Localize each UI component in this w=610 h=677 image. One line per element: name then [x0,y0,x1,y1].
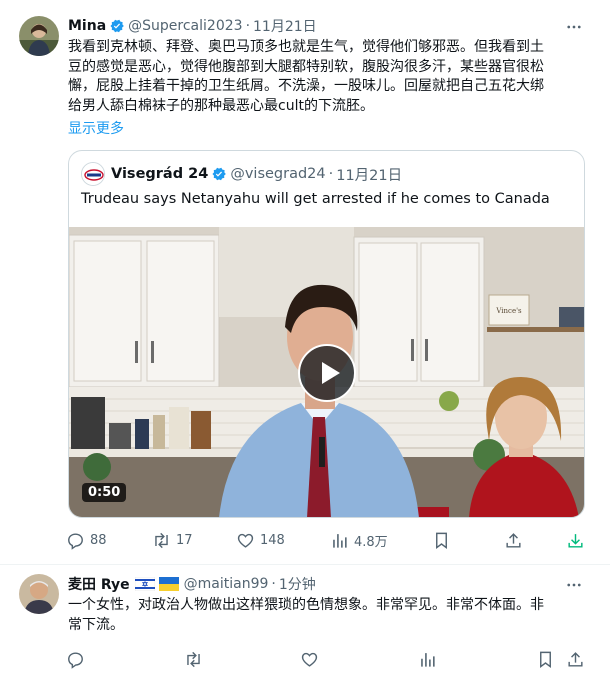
share-icon [568,651,583,667]
retweet-button[interactable]: 17 [152,531,193,550]
share-button[interactable] [566,650,590,669]
israel-flag-icon [134,577,155,591]
quoted-author-avatar [81,162,105,186]
author-handle[interactable]: @maitian99 [184,576,269,592]
more-icon[interactable] [565,18,583,36]
video-duration: 0:50 [82,483,127,502]
tweet-text-line: 给男人舔白棉袜子的那种最恶心最cult的下流胚。 [68,97,374,114]
reply-button[interactable]: 88 [66,531,107,550]
retweet-icon [155,532,168,548]
retweet-count: 17 [176,532,193,548]
quoted-tweet-time: 11月21日 [336,167,403,184]
tweet-text-line: 懈，屁股上挂着干掉的卫生纸屑。不洗澡，一股味儿。回屋就把自己五花大绑 [68,78,544,94]
reply-icon [68,532,83,550]
download-button[interactable] [566,531,590,550]
tweet-time[interactable]: 11月21日 [253,16,317,36]
tweet-header: Mina @Supercali2023 · 11月21日 [68,16,317,36]
like-count: 148 [260,532,285,548]
verified-badge-icon [212,167,227,181]
retweet-icon [187,651,200,667]
tweet-2[interactable]: 麦田 Rye @maitian99 · 1分钟 一个女性，对政治人物做出这样猥琐… [0,565,610,677]
bookmark-button[interactable] [536,650,560,669]
views-button[interactable]: 4.8万 [330,531,388,550]
share-button[interactable] [504,531,528,550]
tweet-text: 我看到克林顿、拜登、奥巴马顶多也就是生气，觉得他们够邪恶。但我看到土 豆的感觉是… [68,38,588,116]
tweet-text-line: 一个女性，对政治人物做出这样猥琐的色情想象。非常罕见。非常不体面。非 [68,597,544,613]
tweet-text-line: 我看到克林顿、拜登、奥巴马顶多也就是生气，觉得他们够邪恶。但我看到土 [68,39,544,55]
author-name[interactable]: Mina [68,18,106,34]
reply-icon [68,651,83,669]
separator-dot: · [271,576,276,592]
quoted-tweet-header: Visegrád 24 @visegrad24 · 11月21日 [81,162,403,186]
author-handle[interactable]: @Supercali2023 [128,18,242,34]
separator-dot: · [245,18,251,34]
quoted-tweet[interactable]: Visegrád 24 @visegrad24 · 11月21日 Trudeau… [68,150,585,518]
views-button[interactable] [418,650,442,669]
views-count: 4.8万 [354,534,388,550]
sign-text: Vince's [495,307,522,315]
bookmark-icon [540,651,551,668]
play-button-icon[interactable] [298,344,356,402]
show-more-link[interactable]: 显示更多 [68,118,124,138]
quoted-author-handle: @visegrad24 [230,166,326,182]
action-bar: 88 17 148 4.8万 [66,528,590,552]
like-icon [301,652,318,667]
tweet-1[interactable]: Mina @Supercali2023 · 11月21日 我看到克林顿、拜登、奥… [0,0,610,566]
bookmark-icon [436,532,447,549]
tweet-time[interactable]: 1分钟 [279,574,316,594]
bookmark-button[interactable] [432,531,456,550]
more-icon[interactable] [565,576,583,594]
like-button[interactable]: 148 [236,531,285,550]
author-avatar[interactable] [19,16,59,56]
download-icon [568,533,583,548]
tweet-text-line: 豆的感觉是恶心，觉得他腹部到大腿都特别软，腹股沟很多汗，某些器官很松 [68,58,544,75]
separator-dot: · [328,166,334,182]
tweet-text: 一个女性，对政治人物做出这样猥琐的色情想象。非常罕见。非常不体面。非 常下流。 [68,596,588,635]
like-button[interactable] [300,650,324,669]
reply-button[interactable] [66,650,90,669]
views-icon [333,533,347,548]
share-icon [506,532,521,548]
video-player[interactable]: Vince's 0:50 [69,227,584,517]
retweet-button[interactable] [184,650,208,669]
verified-badge-icon [110,19,124,33]
quoted-tweet-text: Trudeau says Netanyahu will get arrested… [81,191,550,207]
ukraine-flag-icon [158,577,179,591]
views-icon [421,652,435,667]
action-bar [66,647,590,671]
author-name[interactable]: 麦田 Rye [68,574,130,594]
tweet-text-line: 常下流。 [68,616,124,633]
reply-count: 88 [90,532,107,548]
author-avatar[interactable] [19,574,59,614]
quoted-author-name: Visegrád 24 [111,166,209,182]
tweet-header: 麦田 Rye @maitian99 · 1分钟 [68,574,316,594]
like-icon [237,533,254,548]
